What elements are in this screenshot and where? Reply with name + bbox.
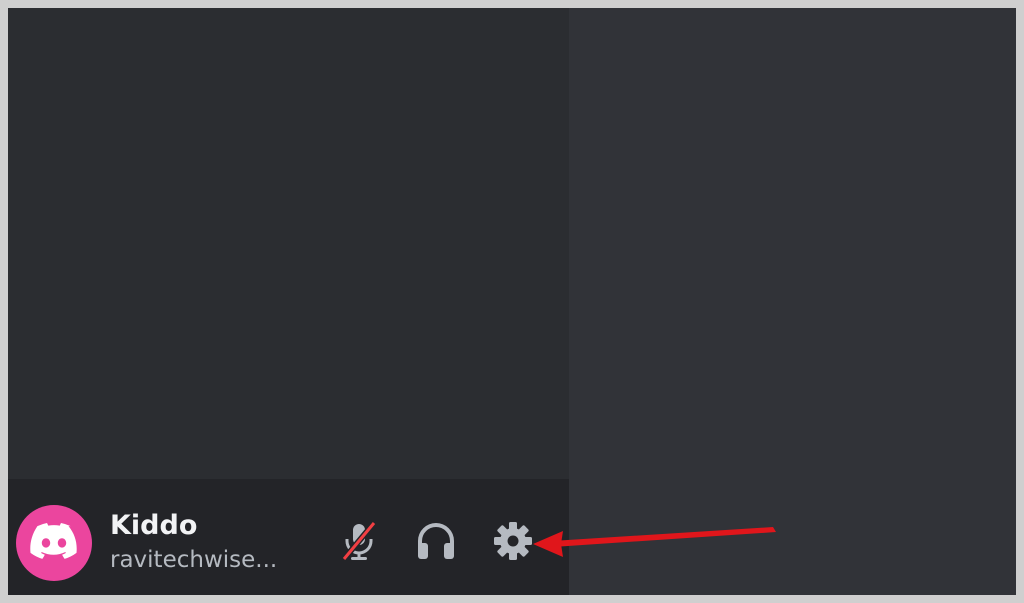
username: ravitechwise... — [110, 547, 278, 573]
discord-logo-icon — [30, 523, 78, 563]
gear-icon — [491, 519, 535, 567]
channel-sidebar: Kiddo ravitechwise... — [8, 8, 569, 595]
app-window: Kiddo ravitechwise... — [0, 0, 1024, 603]
headphones-icon — [414, 519, 458, 567]
deafen-button[interactable] — [410, 517, 462, 569]
mute-button[interactable] — [333, 517, 385, 569]
user-panel: Kiddo ravitechwise... — [8, 479, 569, 595]
user-settings-button[interactable] — [487, 517, 539, 569]
main-content — [569, 8, 1016, 595]
display-name: Kiddo — [110, 510, 198, 541]
avatar[interactable] — [16, 505, 92, 581]
user-info[interactable]: Kiddo ravitechwise... — [110, 509, 310, 575]
microphone-muted-icon — [337, 519, 381, 567]
